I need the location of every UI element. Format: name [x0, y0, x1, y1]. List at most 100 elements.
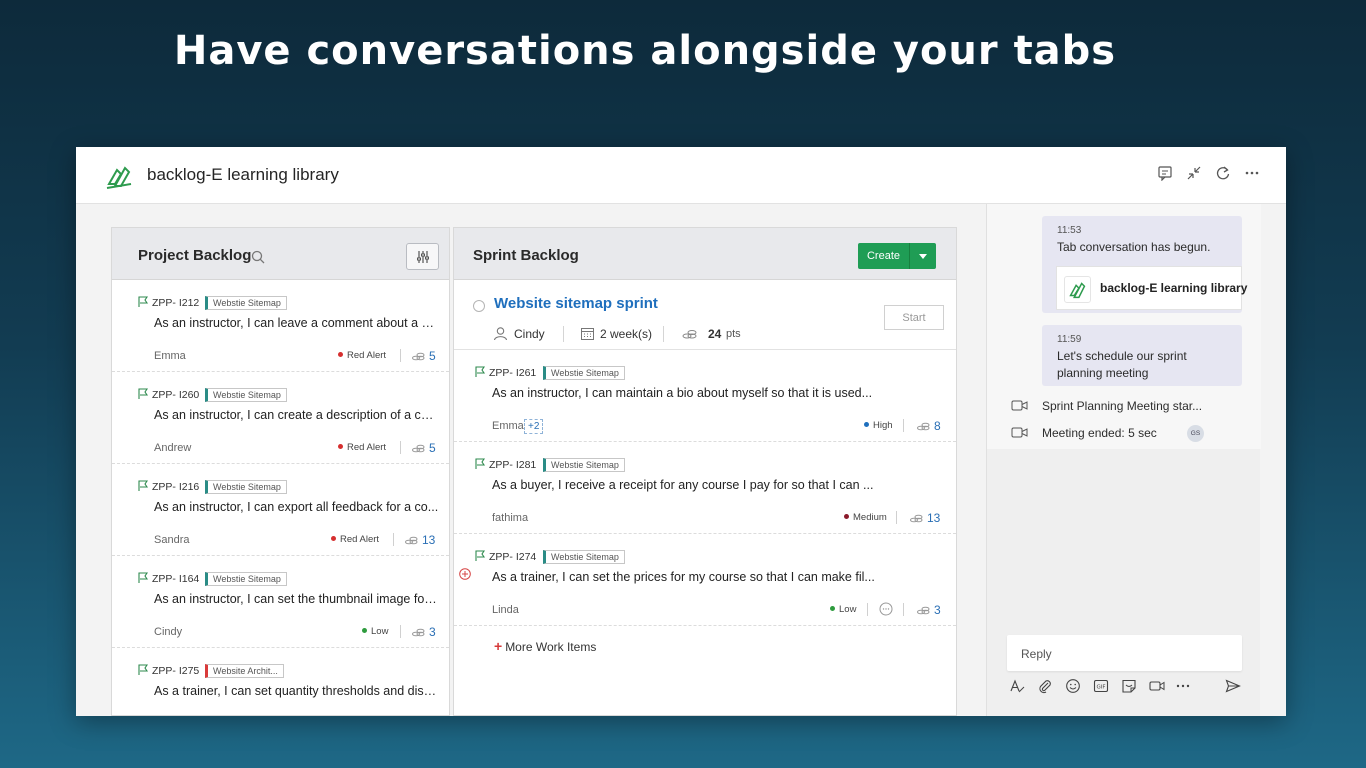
comment-icon[interactable]: [879, 602, 893, 616]
story-points[interactable]: 3: [429, 625, 436, 639]
divider: [393, 533, 394, 546]
priority-label: Low: [839, 604, 857, 615]
tab-card-label: backlog-E learning library: [1100, 281, 1248, 295]
item-owner: Linda: [492, 604, 519, 616]
backlog-item[interactable]: ZPP- I164 Webstie Sitemap As an instruct…: [112, 556, 449, 648]
panel-title: Sprint Backlog: [473, 247, 579, 264]
sprint-backlog-panel: Sprint Backlog Create Website sitemap sp…: [453, 227, 957, 716]
item-owner: Emma: [154, 350, 186, 362]
item-title[interactable]: As an instructor, I can leave a comment …: [154, 316, 439, 330]
item-owner: Emma: [492, 420, 524, 432]
collapse-sprint-icon[interactable]: [473, 300, 485, 312]
item-owner: Sandra: [154, 534, 190, 546]
chevron-down-icon: [919, 253, 927, 259]
tab-card[interactable]: backlog-E learning library: [1056, 266, 1247, 310]
story-points[interactable]: 13: [927, 511, 940, 525]
item-title[interactable]: As a trainer, I can set quantity thresho…: [154, 684, 439, 698]
create-dropdown-button[interactable]: [909, 243, 936, 269]
priority-dot: [362, 628, 367, 633]
more-icon[interactable]: [1244, 165, 1260, 181]
svg-text:GIF: GIF: [1096, 685, 1105, 691]
conversation-pane: 11:53 Tab conversation has begun. backlo…: [986, 204, 1261, 716]
flag-icon: [138, 388, 149, 399]
create-button[interactable]: Create: [858, 243, 909, 269]
item-title[interactable]: As a buyer, I receive a receipt for any …: [492, 478, 892, 492]
collapse-icon[interactable]: [1186, 165, 1202, 181]
item-id[interactable]: ZPP- I212: [152, 297, 199, 309]
sprint-item[interactable]: ZPP- I261 Webstie Sitemap As an instruct…: [454, 350, 956, 442]
points-icon: [405, 536, 418, 545]
story-points[interactable]: 8: [934, 419, 941, 433]
priority-dot: [331, 536, 336, 541]
video-call-icon: [1011, 427, 1028, 438]
item-tag: Webstie Sitemap: [543, 550, 625, 564]
avatar[interactable]: GS: [1187, 425, 1204, 442]
story-points[interactable]: 5: [429, 441, 436, 455]
backlog-item[interactable]: ZPP- I216 Webstie Sitemap As an instruct…: [112, 464, 449, 556]
sticker-icon[interactable]: [1121, 678, 1137, 694]
backlog-item[interactable]: ZPP- I275 Website Archit... As a trainer…: [112, 648, 449, 715]
filter-button[interactable]: [406, 243, 439, 270]
story-points[interactable]: 13: [422, 533, 435, 547]
app-logo-icon: [106, 166, 132, 189]
app-title: backlog-E learning library: [147, 165, 339, 184]
item-id[interactable]: ZPP- I281: [489, 459, 536, 471]
sprint-owner: Cindy: [514, 327, 545, 341]
refresh-icon[interactable]: [1215, 165, 1231, 181]
meet-now-icon[interactable]: [1149, 678, 1165, 694]
item-title[interactable]: As an instructor, I can create a descrip…: [154, 408, 439, 422]
message-text-line: planning meeting: [1057, 366, 1149, 380]
sprint-item[interactable]: ZPP- I281 Webstie Sitemap As a buyer, I …: [454, 442, 956, 534]
sprint-backlog-header: Sprint Backlog Create: [454, 228, 956, 280]
item-id[interactable]: ZPP- I274: [489, 551, 536, 563]
reply-input[interactable]: Reply: [1007, 635, 1242, 671]
item-title[interactable]: As an instructor, I can maintain a bio a…: [492, 386, 892, 400]
gif-icon[interactable]: GIF: [1093, 678, 1109, 694]
sprint-points-unit: pts: [726, 328, 741, 340]
item-id[interactable]: ZPP- I164: [152, 573, 199, 585]
item-owner: Andrew: [154, 442, 192, 454]
backlog-item[interactable]: ZPP- I260 Webstie Sitemap As an instruct…: [112, 372, 449, 464]
app-window: backlog-E learning library Project Backl…: [76, 147, 1286, 716]
title-bar: backlog-E learning library: [76, 147, 1286, 204]
panel-title: Project Backlog: [138, 247, 252, 264]
divider: [903, 419, 904, 432]
item-id[interactable]: ZPP- I275: [152, 665, 199, 677]
flag-icon: [138, 296, 149, 307]
message-text: Tab conversation has begun.: [1057, 240, 1211, 254]
story-points[interactable]: 3: [934, 603, 941, 617]
emoji-icon[interactable]: [1065, 678, 1081, 694]
item-priority: High: [864, 420, 893, 431]
points-icon: [917, 606, 930, 615]
sprint-name[interactable]: Website sitemap sprint: [494, 295, 658, 312]
attach-icon[interactable]: [1037, 678, 1053, 694]
item-title[interactable]: As an instructor, I can set the thumbnai…: [154, 592, 439, 606]
format-icon[interactable]: [1009, 678, 1025, 694]
item-id[interactable]: ZPP- I260: [152, 389, 199, 401]
item-title[interactable]: As an instructor, I can export all feedb…: [154, 500, 439, 514]
event-text: Meeting ended: 5 sec: [1042, 426, 1157, 440]
search-icon[interactable]: [251, 250, 265, 264]
item-tag: Webstie Sitemap: [543, 458, 625, 472]
story-points[interactable]: 5: [429, 349, 436, 363]
extra-assignees-badge[interactable]: +2: [524, 419, 544, 434]
chat-icon[interactable]: [1157, 165, 1173, 181]
message-list[interactable]: 11:53 Tab conversation has begun. backlo…: [987, 204, 1261, 449]
backlog-item[interactable]: ZPP- I212 Webstie Sitemap As an instruct…: [112, 280, 449, 372]
item-title[interactable]: As a trainer, I can set the prices for m…: [492, 570, 892, 584]
start-sprint-button[interactable]: Start: [884, 305, 944, 330]
sprint-item[interactable]: ZPP- I274 Webstie Sitemap As a trainer, …: [454, 534, 956, 626]
flag-icon: [138, 664, 149, 675]
item-id[interactable]: ZPP- I216: [152, 481, 199, 493]
item-tag: Webstie Sitemap: [205, 480, 287, 494]
add-item-icon[interactable]: [459, 568, 471, 580]
priority-dot: [338, 352, 343, 357]
item-id[interactable]: ZPP- I261: [489, 367, 536, 379]
more-icon[interactable]: [1175, 678, 1191, 694]
points-icon: [910, 514, 923, 523]
item-tag: Webstie Sitemap: [205, 572, 287, 586]
send-icon[interactable]: [1225, 678, 1241, 694]
more-work-items-link[interactable]: + More Work Items: [494, 638, 596, 654]
divider: [903, 603, 904, 616]
app-logo-icon: [1064, 276, 1091, 303]
